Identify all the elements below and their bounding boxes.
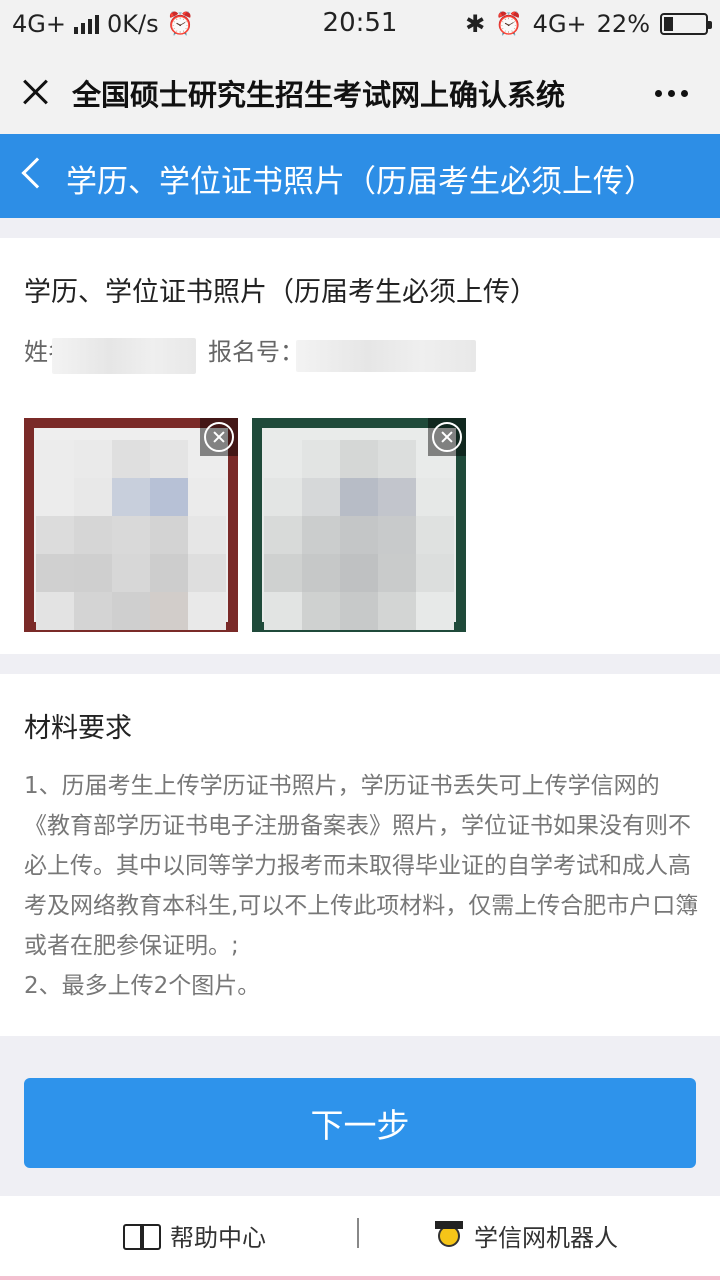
divider: [357, 1218, 359, 1248]
back-icon[interactable]: [21, 157, 53, 189]
browser-title-bar: 全国硕士研究生招生考试网上确认系统: [0, 50, 720, 134]
app-title: 全国硕士研究生招生考试网上确认系统: [72, 78, 566, 112]
book-icon: [122, 1222, 162, 1250]
requirements-title: 材料要求: [24, 713, 132, 744]
requirement-item-2: 2、最多上传2个图片。: [24, 973, 261, 999]
bluetooth-icon: ✱: [465, 10, 486, 38]
status-right: ✱ ⏰ 4G+ 22%: [465, 10, 712, 38]
battery-fill: [664, 17, 673, 31]
help-center-link[interactable]: 帮助中心: [122, 1218, 266, 1253]
robot-label: 学信网机器人: [474, 1224, 618, 1252]
robot-link[interactable]: 学信网机器人: [432, 1218, 618, 1253]
next-step-button[interactable]: 下一步: [24, 1078, 696, 1168]
close-circle-icon: [204, 422, 234, 452]
requirements-card: 材料要求 1、历届考生上传学历证书照片，学历证书丢失可上传学信网的《教育部学历证…: [0, 674, 720, 1036]
redacted-name: [52, 338, 196, 374]
bottom-strip: [0, 1276, 720, 1280]
status-bar: 4G+ 0K/s ⏰ 20:51 ✱ ⏰ 4G+ 22%: [0, 0, 720, 50]
requirement-item-1: 1、历届考生上传学历证书照片，学历证书丢失可上传学信网的《教育部学历证书电子注册…: [24, 773, 699, 959]
photo-mosaic: [36, 440, 226, 630]
page-header: 学历、学位证书照片（历届考生必须上传）: [0, 134, 720, 218]
battery-percent: 22%: [596, 10, 650, 38]
page-title: 学历、学位证书照片（历届考生必须上传）: [66, 164, 655, 200]
registration-number-label: 报名号：: [208, 338, 304, 366]
certificate-photo-2[interactable]: [252, 418, 466, 632]
close-icon[interactable]: [20, 76, 52, 108]
photo-mosaic: [264, 440, 454, 630]
requirements-body: 1、历届考生上传学历证书照片，学历证书丢失可上传学信网的《教育部学历证书电子注册…: [24, 766, 704, 1006]
robot-icon: [432, 1219, 466, 1253]
more-options-icon[interactable]: [655, 90, 688, 97]
upload-section-title: 学历、学位证书照片（历届考生必须上传）: [24, 277, 537, 308]
redacted-registration-number: [296, 340, 476, 372]
close-circle-icon: [432, 422, 462, 452]
alarm-icon-right: ⏰: [495, 11, 523, 37]
delete-photo-button[interactable]: [200, 418, 238, 456]
help-center-label: 帮助中心: [170, 1224, 266, 1252]
upload-card: 学历、学位证书照片（历届考生必须上传） 姓名： 报名号：: [0, 238, 720, 654]
bottom-bar: 帮助中心 学信网机器人: [0, 1196, 720, 1280]
delete-photo-button[interactable]: [428, 418, 466, 456]
network-indicator-right: 4G+: [532, 10, 587, 38]
battery-icon: [660, 13, 712, 35]
certificate-photo-1[interactable]: [24, 418, 238, 632]
